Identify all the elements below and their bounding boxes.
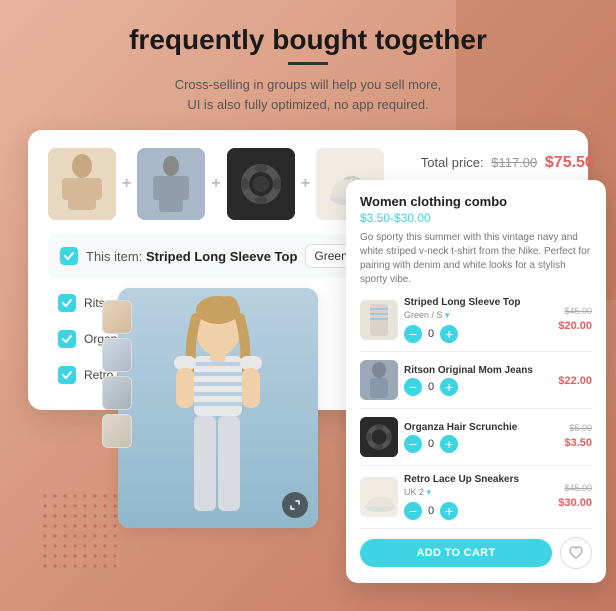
main-product-image-card [118,288,318,528]
qty-increase-2[interactable]: + [440,378,458,396]
qty-control-2: − 0 + [404,378,552,396]
thumb-strip-item-3[interactable] [102,376,132,410]
title-underline [288,62,328,65]
sub-item-checkbox-2[interactable] [58,330,76,348]
thumb-strip-item-1[interactable] [102,300,132,334]
right-prod-price-1: $45.00 $20.00 [558,306,592,334]
right-product-line-1: Striped Long Sleeve Top Green / S ▾ − 0 … [360,297,592,352]
page-title: frequently bought together [129,24,487,56]
qty-value-1: 0 [428,328,434,340]
right-prod-thumb-1 [360,300,398,340]
right-prod-info-1: Striped Long Sleeve Top Green / S ▾ − 0 … [404,297,552,343]
qty-control-4: − 0 + [404,502,552,520]
right-card-description: Go sporty this summer with this vintage … [360,231,592,287]
right-prod-name-4: Retro Lace Up Sneakers [404,474,552,485]
subtitle: Cross-selling in groups will help you se… [175,75,442,114]
right-add-cart-button[interactable]: ADD TO CART [360,539,552,567]
thumb-strip-item-4[interactable] [102,414,132,448]
right-prod-price-2: $22.00 [558,371,592,389]
thumb-strip [102,300,132,448]
right-card-price-range: $3.50-$30.00 [360,211,592,225]
right-product-line-2: Ritson Original Mom Jeans − 0 + $22.00 [360,360,592,409]
right-prod-thumb-4 [360,477,398,517]
right-prod-info-3: Organza Hair Scrunchie − 0 + [404,422,558,453]
qty-control-3: − 0 + [404,435,558,453]
wishlist-button[interactable] [560,537,592,569]
right-product-line-3: Organza Hair Scrunchie − 0 + $5.00 $3.50 [360,417,592,466]
right-prod-thumb-2 [360,360,398,400]
qty-value-2: 0 [428,381,434,393]
right-prod-info-4: Retro Lace Up Sneakers UK 2 ▾ − 0 + [404,474,552,520]
right-floating-card: Women clothing combo $3.50-$30.00 Go spo… [346,180,606,583]
right-prod-name-2: Ritson Original Mom Jeans [404,365,552,376]
right-prod-thumb-3 [360,417,398,457]
qty-increase-4[interactable]: + [440,502,458,520]
product-thumb-3[interactable] [227,148,295,220]
old-total-price: $117.00 [491,155,537,170]
right-prod-info-2: Ritson Original Mom Jeans − 0 + [404,365,552,396]
qty-decrease-4[interactable]: − [404,502,422,520]
right-prod-price-4: $45.00 $30.00 [558,483,592,511]
this-item-checkbox[interactable] [60,247,78,265]
right-product-line-4: Retro Lace Up Sneakers UK 2 ▾ − 0 + $45.… [360,474,592,529]
expand-button[interactable] [282,492,308,518]
right-card-footer: ADD TO CART [360,537,592,569]
bg-dots-decoration [40,491,120,571]
sub-item-checkbox-1[interactable] [58,294,76,312]
right-card-title: Women clothing combo [360,194,592,209]
sub-item-checkbox-3[interactable] [58,366,76,384]
total-price-line: Total price: $117.00 $75.50 [421,154,594,172]
new-total-price: $75.50 [545,154,594,171]
plus-1: + [122,175,131,193]
qty-increase-1[interactable]: + [440,325,458,343]
right-prod-name-1: Striped Long Sleeve Top [404,297,552,308]
product-image [118,288,318,528]
plus-3: + [301,175,310,193]
qty-value-3: 0 [428,438,434,450]
plus-2: + [211,175,220,193]
right-prod-variant-4: UK 2 ▾ [404,487,552,498]
qty-control-1: − 0 + [404,325,552,343]
right-prod-variant-1: Green / S ▾ [404,310,552,321]
thumb-strip-item-2[interactable] [102,338,132,372]
this-item-label: This item: Striped Long Sleeve Top [86,249,297,264]
product-thumb-2[interactable] [137,148,205,220]
right-prod-name-3: Organza Hair Scrunchie [404,422,558,433]
qty-value-4: 0 [428,505,434,517]
qty-decrease-1[interactable]: − [404,325,422,343]
product-thumb-1[interactable] [48,148,116,220]
qty-decrease-3[interactable]: − [404,435,422,453]
qty-increase-3[interactable]: + [440,435,458,453]
qty-decrease-2[interactable]: − [404,378,422,396]
right-prod-price-3: $5.00 $3.50 [564,423,592,451]
